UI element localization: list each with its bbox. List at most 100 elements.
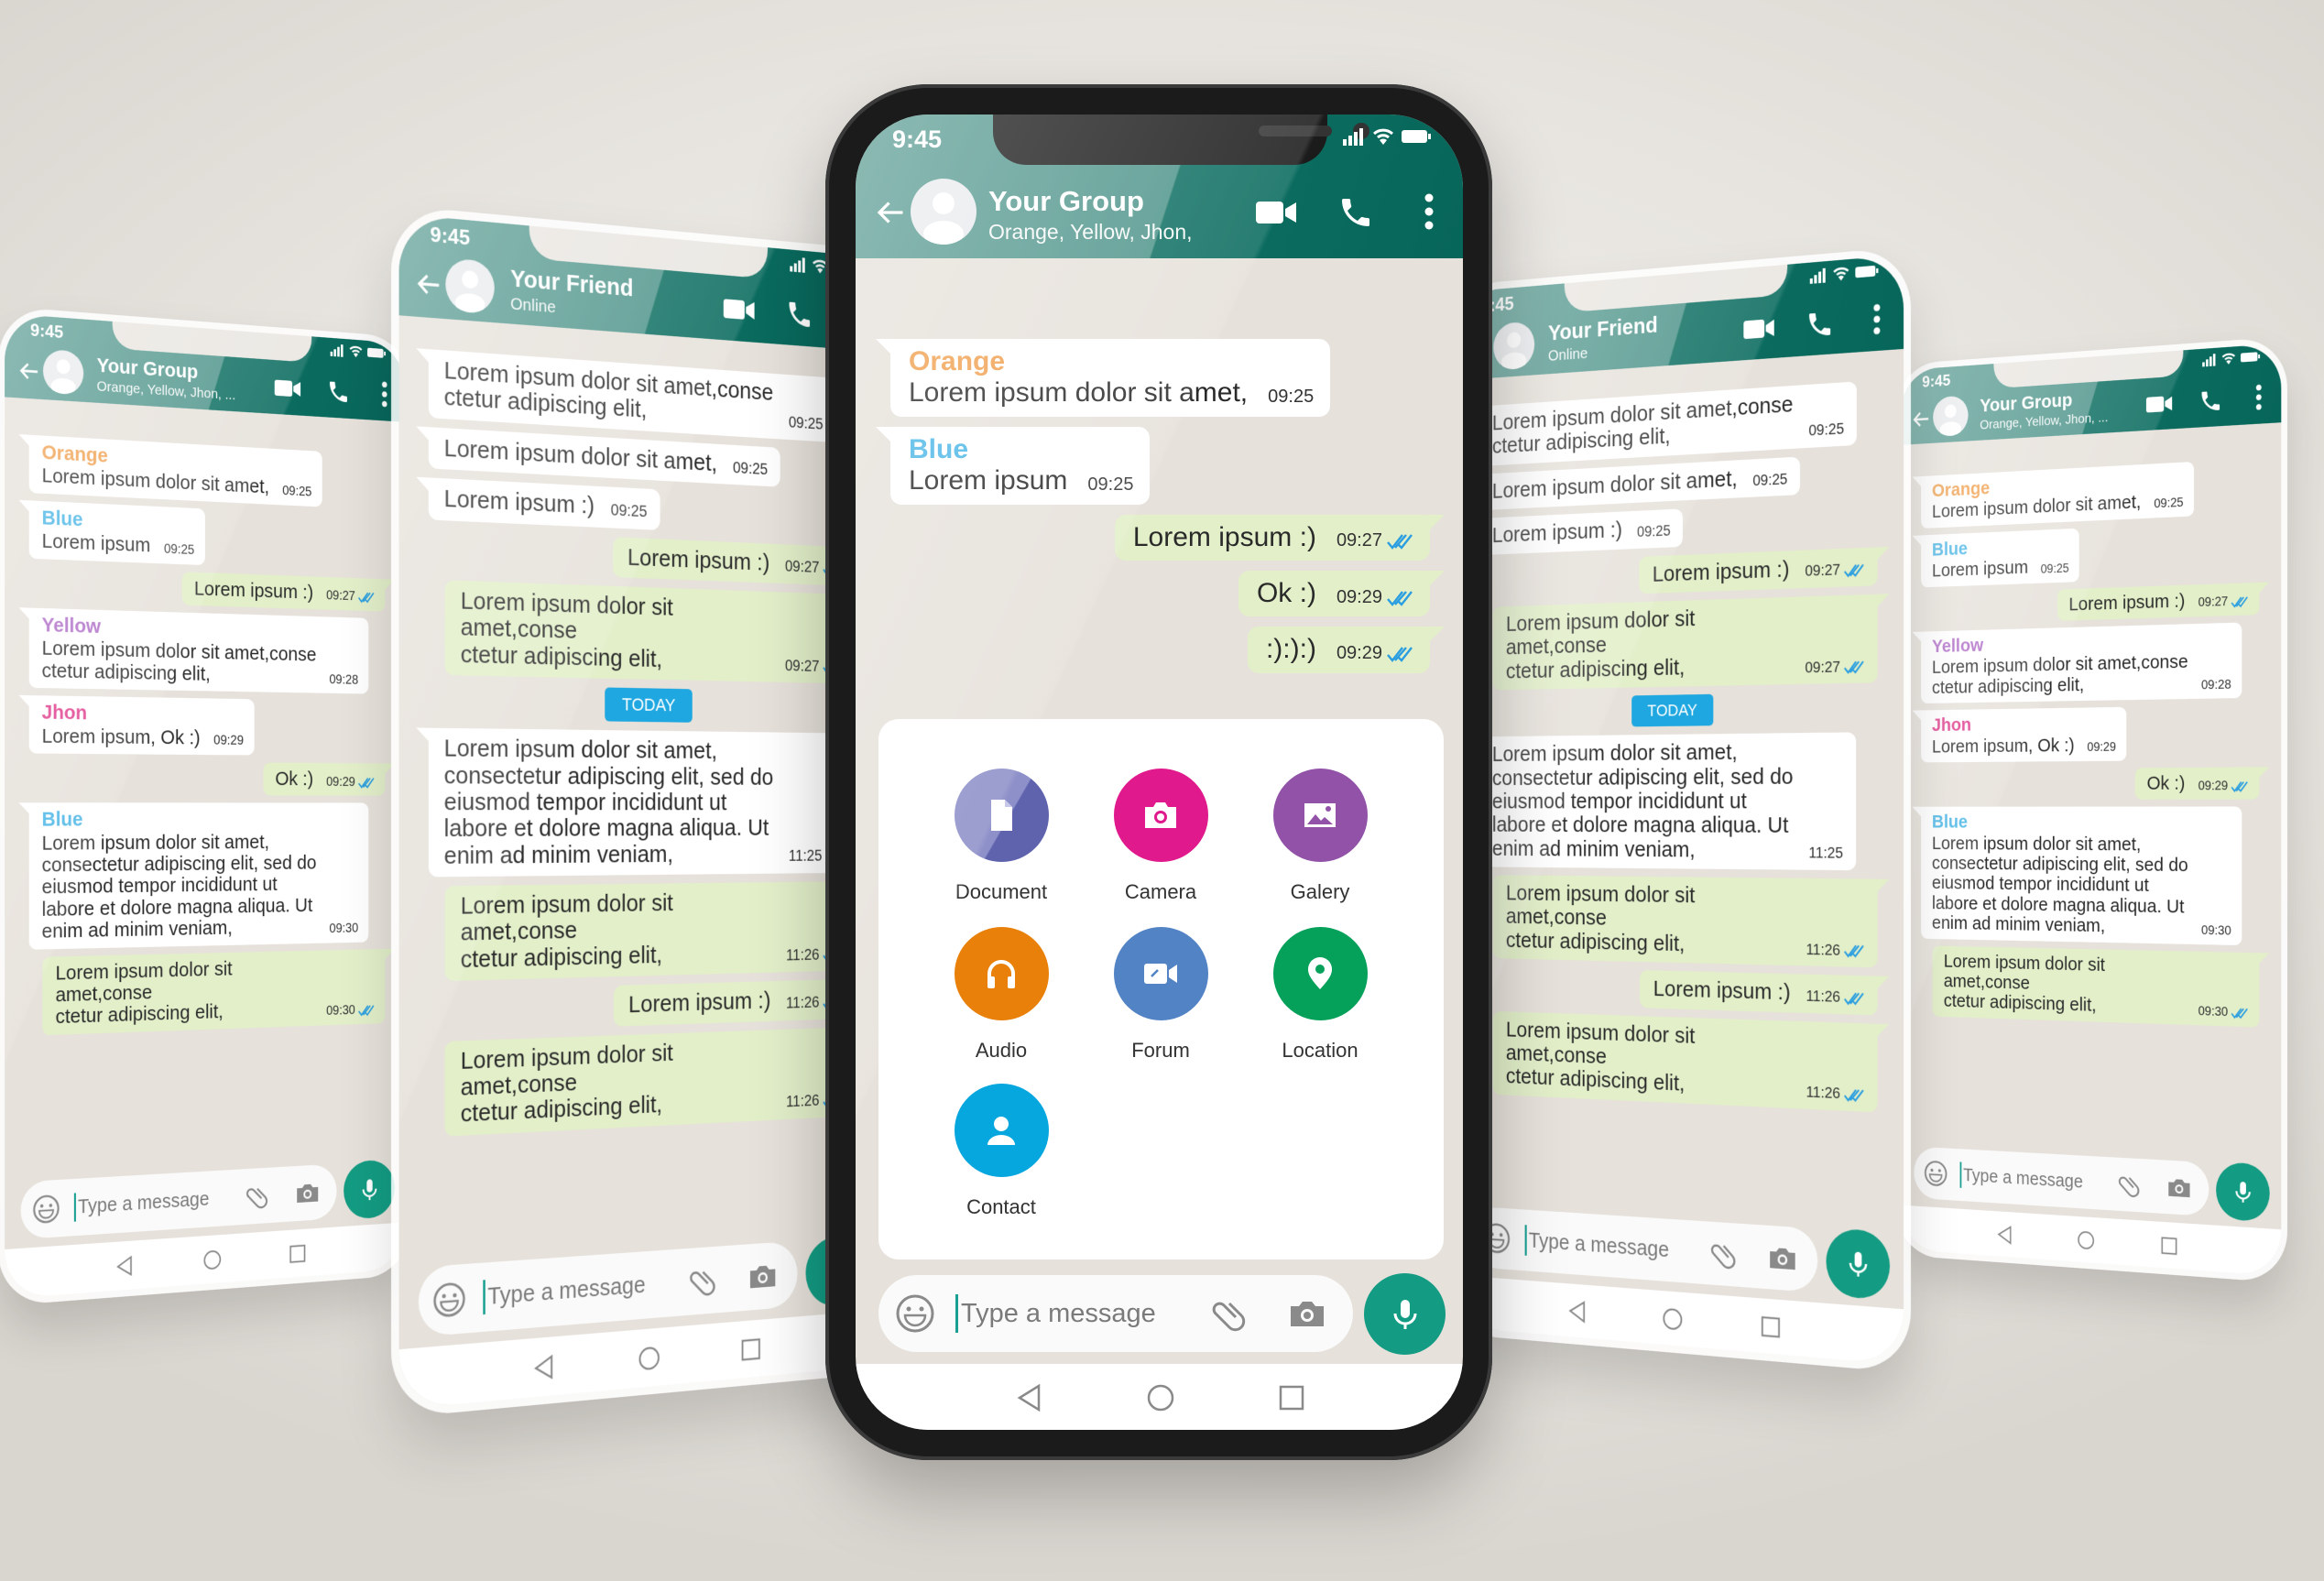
camera-icon[interactable] <box>295 1178 321 1208</box>
attach-circle[interactable] <box>954 769 1049 862</box>
message-input[interactable]: Type a message <box>1963 1165 2116 1194</box>
message-input[interactable]: Type a message <box>487 1269 686 1310</box>
message-bubble[interactable]: Lorem ipsum dolor sit amet, 09:25 <box>428 426 780 487</box>
message-bubble[interactable]: Lorem ipsum dolor sit amet,conse ctetur … <box>444 881 856 982</box>
message-bubble[interactable]: Lorem ipsum :) 09:27 <box>1639 546 1878 594</box>
voice-message-button[interactable] <box>1826 1227 1891 1301</box>
nav-recents-icon[interactable] <box>1276 1382 1307 1413</box>
message-input[interactable]: Type a message <box>961 1299 1208 1329</box>
attach-camera-button[interactable]: Camera <box>1083 769 1238 904</box>
message-bubble[interactable]: Lorem ipsum dolor sit amet,conse ctetur … <box>42 948 386 1036</box>
message-bubble[interactable]: Blue Lorem ipsum dolor sit amet, consecte… <box>1921 806 2242 945</box>
message-bubble[interactable]: Lorem ipsum :) 09:25 <box>428 477 660 530</box>
voice-call-icon[interactable] <box>1337 194 1374 231</box>
video-call-icon[interactable] <box>1255 196 1297 229</box>
message-input-bar[interactable]: Type a message <box>1914 1146 2209 1217</box>
attach-location-button[interactable]: Location <box>1242 927 1398 1063</box>
attach-audio-button[interactable]: Audio <box>923 927 1079 1063</box>
nav-back-icon[interactable] <box>531 1353 557 1383</box>
back-arrow-icon[interactable] <box>1911 408 1930 431</box>
voice-message-button[interactable] <box>344 1159 395 1220</box>
attach-icon[interactable] <box>244 1181 270 1211</box>
chat-title[interactable]: Your Group <box>988 185 1144 218</box>
camera-icon[interactable] <box>2166 1173 2192 1203</box>
nav-back-icon[interactable] <box>1014 1382 1045 1413</box>
voice-message-button[interactable] <box>1364 1273 1446 1355</box>
attach-icon[interactable] <box>1208 1293 1249 1334</box>
message-bubble[interactable]: Orange Lorem ipsum dolor sit amet, 09:25 <box>1921 461 2195 529</box>
attach-document-button[interactable]: Document <box>923 769 1079 904</box>
nav-recents-icon[interactable] <box>2159 1235 2179 1258</box>
nav-home-icon[interactable] <box>2077 1229 2096 1252</box>
voice-call-icon[interactable] <box>1806 308 1834 341</box>
group-avatar[interactable] <box>911 179 977 245</box>
attach-circle[interactable] <box>1272 769 1368 862</box>
attach-circle[interactable] <box>954 1084 1049 1177</box>
message-bubble[interactable]: Lorem ipsum dolor sit amet,conse ctetur … <box>1492 594 1878 691</box>
camera-icon[interactable] <box>1767 1240 1798 1276</box>
more-menu-icon[interactable] <box>379 380 390 408</box>
emoji-icon[interactable] <box>1924 1160 1948 1188</box>
nav-home-icon[interactable] <box>202 1248 223 1271</box>
message-input-bar[interactable]: Type a message <box>878 1275 1353 1352</box>
message-bubble[interactable]: Blue Lorem ipsum 09:25 <box>28 500 206 565</box>
message-bubble[interactable]: Lorem ipsum dolor sit amet, consectetur … <box>428 727 835 878</box>
message-bubble[interactable]: Ok :) 09:29 <box>2134 767 2260 801</box>
message-bubble[interactable]: Lorem ipsum :) 09:27 <box>1114 514 1446 561</box>
attach-icon[interactable] <box>687 1262 718 1300</box>
message-bubble[interactable]: Lorem ipsum dolor sit amet,conse ctetur … <box>1479 381 1858 466</box>
voice-call-icon[interactable] <box>2199 387 2222 415</box>
more-menu-icon[interactable] <box>1420 192 1438 231</box>
message-bubble[interactable]: Lorem ipsum :) 09:25 <box>1479 508 1684 555</box>
message-bubble[interactable]: Lorem ipsum dolor sit amet, consectetur … <box>1479 732 1857 871</box>
nav-home-icon[interactable] <box>1145 1382 1176 1413</box>
message-bubble[interactable]: Yellow Lorem ipsum dolor sit amet,conse c… <box>1921 622 2242 704</box>
message-bubble[interactable]: Lorem ipsum dolor sit amet,conse ctetur … <box>444 1026 856 1137</box>
message-bubble[interactable]: Jhon Lorem ipsum, Ok :) 09:29 <box>28 695 255 756</box>
message-bubble[interactable]: :):):) 09:29 <box>1247 627 1446 673</box>
message-bubble[interactable]: Lorem ipsum :) 09:27 <box>612 536 856 586</box>
contact-avatar[interactable] <box>1493 321 1535 371</box>
attach-circle[interactable] <box>1113 927 1208 1020</box>
attach-forum-button[interactable]: Forum <box>1083 927 1238 1063</box>
voice-message-button[interactable] <box>2216 1161 2270 1223</box>
message-bubble[interactable]: Lorem ipsum dolor sit amet,conse ctetur … <box>1492 875 1878 968</box>
message-bubble[interactable]: Blue Lorem ipsum 09:25 <box>875 426 1151 505</box>
message-bubble[interactable]: Lorem ipsum :) 09:27 <box>181 571 386 612</box>
emoji-icon[interactable] <box>895 1293 935 1334</box>
video-call-icon[interactable] <box>274 376 301 401</box>
video-call-icon[interactable] <box>1743 314 1775 343</box>
back-arrow-icon[interactable] <box>874 196 907 229</box>
attach-icon[interactable] <box>1708 1237 1738 1271</box>
contact-avatar[interactable] <box>445 257 495 315</box>
message-bubble[interactable]: Ok :) 09:29 <box>263 762 386 796</box>
video-call-icon[interactable] <box>2145 392 2173 417</box>
message-bubble[interactable]: Lorem ipsum :) 09:27 <box>2057 582 2260 621</box>
contact-avatar[interactable] <box>42 348 84 396</box>
contact-avatar[interactable] <box>1933 395 1969 438</box>
attach-circle[interactable] <box>1113 769 1208 862</box>
nav-recents-icon[interactable] <box>288 1242 308 1266</box>
voice-call-icon[interactable] <box>786 298 813 332</box>
message-bubble[interactable]: Orange Lorem ipsum dolor sit amet, 09:25 <box>875 339 1331 417</box>
more-menu-icon[interactable] <box>1870 302 1884 335</box>
attach-galery-button[interactable]: Galery <box>1242 769 1398 904</box>
camera-icon[interactable] <box>747 1258 778 1294</box>
message-bubble[interactable]: Blue Lorem ipsum 09:25 <box>1921 528 2079 588</box>
back-arrow-icon[interactable] <box>415 268 442 300</box>
message-bubble[interactable]: Lorem ipsum dolor sit amet,conse ctetur … <box>1932 945 2260 1028</box>
message-bubble[interactable]: Lorem ipsum dolor sit amet, 09:25 <box>1479 456 1801 511</box>
attach-contact-button[interactable]: Contact <box>923 1084 1079 1219</box>
message-bubble[interactable]: Lorem ipsum dolor sit amet,conse ctetur … <box>444 580 856 684</box>
nav-back-icon[interactable] <box>1566 1298 1588 1325</box>
message-bubble[interactable]: Lorem ipsum :) 11:26 <box>1640 970 1878 1016</box>
message-input[interactable]: Type a message <box>1529 1228 1708 1265</box>
more-menu-icon[interactable] <box>2253 383 2264 411</box>
message-bubble[interactable]: Jhon Lorem ipsum, Ok :) 09:29 <box>1921 706 2127 763</box>
back-arrow-icon[interactable] <box>17 358 40 385</box>
nav-home-icon[interactable] <box>1661 1305 1684 1333</box>
message-input-bar[interactable]: Type a message <box>20 1163 337 1240</box>
nav-back-icon[interactable] <box>115 1254 136 1279</box>
attach-circle[interactable] <box>1272 927 1368 1020</box>
message-input[interactable]: Type a message <box>78 1186 244 1218</box>
